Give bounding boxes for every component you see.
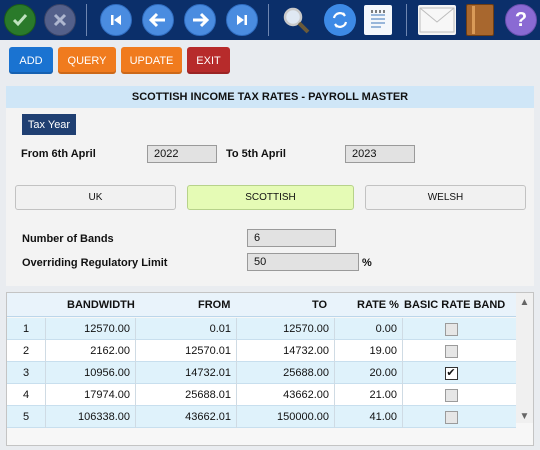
bandwidth-cell[interactable]: 106338.00 bbox=[46, 406, 136, 428]
rate-cell[interactable]: 20.00 bbox=[335, 362, 403, 384]
add-button[interactable]: ADD bbox=[9, 47, 53, 74]
refresh-icon[interactable] bbox=[324, 4, 356, 36]
basic-rate-cell: ✔ bbox=[403, 362, 499, 384]
regulatory-limit-field[interactable]: 50 bbox=[247, 253, 359, 271]
bandwidth-cell[interactable]: 2162.00 bbox=[46, 340, 136, 362]
column-header-from[interactable]: FROM bbox=[198, 299, 230, 311]
scroll-down-icon[interactable]: ▼ bbox=[516, 409, 533, 423]
search-icon[interactable] bbox=[280, 4, 312, 36]
tax-bands-grid: BANDWIDTH FROM TO RATE % BASIC RATE BAND… bbox=[6, 292, 534, 446]
panel-title: SCOTTISH INCOME TAX RATES - PAYROLL MAST… bbox=[6, 86, 534, 108]
toolbar-separator bbox=[406, 4, 407, 36]
table-row[interactable]: 3 10956.00 14732.01 25688.00 20.00 ✔ bbox=[7, 362, 516, 384]
from-cell[interactable]: 25688.01 bbox=[136, 384, 237, 406]
rate-cell[interactable]: 19.00 bbox=[335, 340, 403, 362]
update-button[interactable]: UPDATE bbox=[121, 47, 182, 74]
from-cell[interactable]: 14732.01 bbox=[136, 362, 237, 384]
mail-icon[interactable] bbox=[418, 5, 456, 35]
to-cell[interactable]: 25688.00 bbox=[237, 362, 335, 384]
vertical-scrollbar[interactable]: ▲ ▼ bbox=[516, 293, 533, 423]
from-cell[interactable]: 12570.01 bbox=[136, 340, 237, 362]
bandwidth-cell[interactable]: 12570.00 bbox=[46, 318, 136, 340]
to-year-field[interactable]: 2023 bbox=[345, 145, 415, 163]
table-row[interactable]: 4 17974.00 25688.01 43662.00 21.00 bbox=[7, 384, 516, 406]
scroll-up-icon[interactable]: ▲ bbox=[516, 295, 533, 309]
number-of-bands-field[interactable]: 6 bbox=[247, 229, 336, 247]
basic-rate-cell bbox=[403, 406, 499, 428]
basic-rate-cell bbox=[403, 340, 499, 362]
previous-record-icon[interactable] bbox=[142, 4, 174, 36]
from-date-label: From 6th April bbox=[21, 148, 96, 160]
first-record-icon[interactable] bbox=[100, 4, 132, 36]
tab-welsh[interactable]: WELSH bbox=[365, 185, 526, 210]
tax-rates-panel: SCOTTISH INCOME TAX RATES - PAYROLL MAST… bbox=[6, 86, 534, 286]
to-cell[interactable]: 150000.00 bbox=[237, 406, 335, 428]
row-number: 3 bbox=[7, 362, 46, 384]
to-cell[interactable]: 14732.00 bbox=[237, 340, 335, 362]
rate-cell[interactable]: 21.00 bbox=[335, 384, 403, 406]
table-row[interactable]: 1 12570.00 0.01 12570.00 0.00 bbox=[7, 318, 516, 340]
query-button[interactable]: QUERY bbox=[58, 47, 116, 74]
basic-rate-cell bbox=[403, 384, 499, 406]
table-row[interactable]: 2 2162.00 12570.01 14732.00 19.00 bbox=[7, 340, 516, 362]
from-year-field[interactable]: 2022 bbox=[147, 145, 217, 163]
toolbar-separator bbox=[86, 4, 87, 36]
tax-year-label: Tax Year bbox=[22, 114, 76, 135]
to-cell[interactable]: 43662.00 bbox=[237, 384, 335, 406]
percent-unit: % bbox=[362, 257, 372, 269]
rate-cell[interactable]: 41.00 bbox=[335, 406, 403, 428]
from-cell[interactable]: 43662.01 bbox=[136, 406, 237, 428]
exit-button[interactable]: EXIT bbox=[187, 47, 230, 74]
cancel-icon[interactable] bbox=[44, 4, 76, 36]
number-of-bands-label: Number of Bands bbox=[22, 233, 114, 245]
tab-uk[interactable]: UK bbox=[15, 185, 176, 210]
basic-rate-checkbox[interactable] bbox=[444, 410, 458, 424]
bandwidth-cell[interactable]: 10956.00 bbox=[46, 362, 136, 384]
column-header-basic-rate-band[interactable]: BASIC RATE BAND bbox=[404, 299, 505, 311]
grid-header: BANDWIDTH FROM TO RATE % BASIC RATE BAND bbox=[7, 293, 516, 317]
basic-rate-checkbox[interactable] bbox=[444, 322, 458, 336]
main-toolbar: ? bbox=[0, 0, 540, 40]
last-record-icon[interactable] bbox=[226, 4, 258, 36]
row-number: 1 bbox=[7, 318, 46, 340]
column-header-bandwidth[interactable]: BANDWIDTH bbox=[67, 299, 135, 311]
book-icon[interactable] bbox=[466, 4, 494, 36]
notepad-icon[interactable] bbox=[364, 5, 392, 35]
toolbar-separator bbox=[268, 4, 269, 36]
table-row[interactable]: 5 106338.00 43662.01 150000.00 41.00 bbox=[7, 406, 516, 428]
from-cell[interactable]: 0.01 bbox=[136, 318, 237, 340]
column-header-to[interactable]: TO bbox=[312, 299, 327, 311]
row-number: 2 bbox=[7, 340, 46, 362]
to-cell[interactable]: 12570.00 bbox=[237, 318, 335, 340]
basic-rate-checkbox[interactable]: ✔ bbox=[444, 366, 458, 380]
next-record-icon[interactable] bbox=[184, 4, 216, 36]
basic-rate-checkbox[interactable] bbox=[444, 388, 458, 402]
rate-cell[interactable]: 0.00 bbox=[335, 318, 403, 340]
help-glyph: ? bbox=[514, 8, 528, 31]
row-number: 4 bbox=[7, 384, 46, 406]
to-date-label: To 5th April bbox=[226, 148, 286, 160]
help-icon[interactable]: ? bbox=[505, 4, 537, 36]
basic-rate-cell bbox=[403, 318, 499, 340]
bandwidth-cell[interactable]: 17974.00 bbox=[46, 384, 136, 406]
column-header-rate[interactable]: RATE % bbox=[357, 299, 399, 311]
basic-rate-checkbox[interactable] bbox=[444, 344, 458, 358]
row-number: 5 bbox=[7, 406, 46, 428]
confirm-icon[interactable] bbox=[4, 4, 36, 36]
tab-scottish[interactable]: SCOTTISH bbox=[187, 185, 354, 210]
regulatory-limit-label: Overriding Regulatory Limit bbox=[22, 257, 168, 269]
